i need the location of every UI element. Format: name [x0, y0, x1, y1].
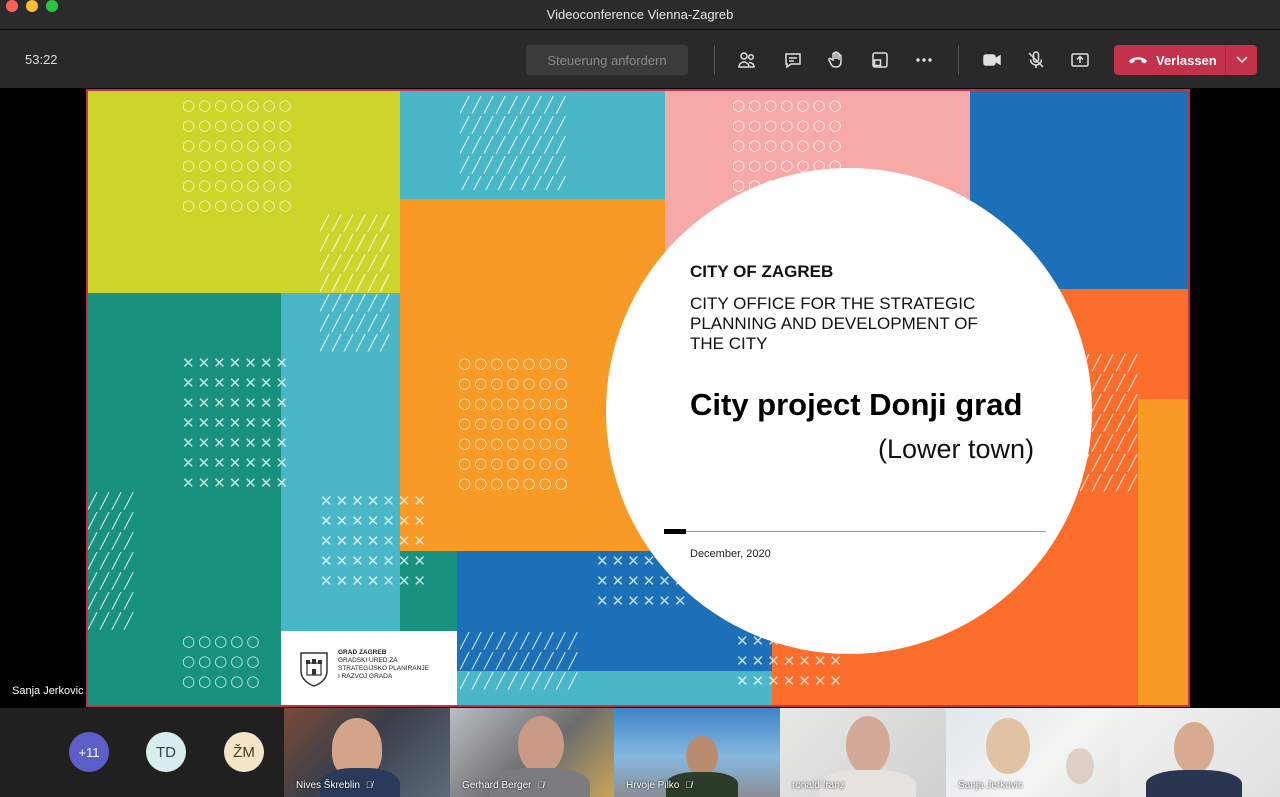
leave-button-group: Verlassen	[1114, 45, 1257, 75]
logo-line: STRATEGIJSKO PLANIRANJE	[338, 665, 429, 672]
mic-muted-icon: 🎙̸	[685, 780, 693, 790]
logo-line: GRAD ZAGREB	[338, 649, 387, 656]
participant-name: Hrvoje Pilko 🎙̸	[626, 780, 692, 791]
slash-pattern: ╱╱╱╱╱╱ ╱╱╱╱╱╱ ╱╱╱╱╱╱ ╱╱╱╱╱╱ ╱╱╱╱╱╱ ╱╱╱╱╱…	[320, 214, 393, 352]
participant-name-text: Hrvoje Pilko	[626, 780, 680, 791]
participant-name: Nives Škreblin 🎙̸	[296, 780, 373, 791]
participants-icon[interactable]	[734, 47, 760, 73]
leave-button[interactable]: Verlassen	[1114, 45, 1225, 75]
slash-pattern: ╱╱╱╱╱╱╱╱╱╱ ╱╱╱╱╱╱╱╱╱╱ ╱╱╱╱╱╱╱╱╱╱	[460, 632, 581, 690]
presenter-name-label: Sanja Jerkovic	[12, 685, 84, 697]
circle-pattern: ○○○○○ ○○○○○ ○○○○○	[182, 632, 263, 690]
hang-up-icon	[1128, 53, 1148, 68]
participant-video	[518, 716, 564, 774]
cross-pattern: ✕✕✕✕✕✕✕ ✕✕✕✕✕✕✕ ✕✕✕✕✕✕✕ ✕✕✕✕✕✕✕ ✕✕✕✕✕✕✕ …	[182, 354, 291, 492]
video-tile[interactable]: ronald franz	[780, 708, 946, 797]
chevron-down-icon	[1235, 51, 1248, 69]
video-tile[interactable]: Gerhard Berger 🎙̸	[450, 708, 614, 797]
leave-options-button[interactable]	[1225, 45, 1257, 75]
circle-pattern: ○○○○○○○ ○○○○○○○ ○○○○○○○ ○○○○○○○ ○○○○○○○ …	[182, 96, 295, 214]
slash-pattern: ╱╱╱╱╱ ╱╱╱╱╱ ╱╱╱╱╱ ╱╱╱╱╱ ╱╱╱╱╱ ╱╱╱╱╱ ╱╱╱╱…	[1080, 354, 1141, 492]
participant-video	[1146, 770, 1242, 797]
logo-line: I RAZVOJ GRADA	[338, 673, 393, 680]
circle-pattern: ○○○○○○○ ○○○○○○○ ○○○○○○○ ○○○○○○○ ○○○○○○○ …	[458, 354, 571, 492]
logo-line: GRADSKI URED ZA	[338, 657, 398, 664]
participant-name-text: Gerhard Berger	[462, 780, 532, 791]
cross-pattern: ✕✕✕✕✕✕✕ ✕✕✕✕✕✕✕ ✕✕✕✕✕✕✕ ✕✕✕✕✕✕✕ ✕✕✕✕✕✕✕	[320, 492, 429, 590]
participant-name-text: Nives Škreblin	[296, 780, 360, 791]
slide-date: December, 2020	[690, 548, 771, 560]
avatar[interactable]: ŽM	[224, 732, 264, 772]
participant-name: ronald franz	[792, 780, 845, 791]
participant-name: Sanja Jerkovic	[958, 780, 1024, 791]
rooms-icon[interactable]	[867, 47, 893, 73]
slash-pattern: ╱╱╱╱╱╱╱╱╱ ╱╱╱╱╱╱╱╱╱ ╱╱╱╱╱╱╱╱╱ ╱╱╱╱╱╱╱╱╱ …	[460, 96, 569, 190]
slide-divider	[664, 531, 1046, 532]
participant-video	[686, 736, 718, 776]
participant-video	[986, 718, 1030, 774]
video-tile[interactable]: Hrvoje Pilko 🎙̸	[614, 708, 780, 797]
presentation-slide: ○○○○○○○ ○○○○○○○ ○○○○○○○ ○○○○○○○ ○○○○○○○ …	[86, 89, 1190, 707]
window-title: Videoconference Vienna-Zagreb	[546, 7, 734, 22]
leave-label: Verlassen	[1156, 52, 1217, 68]
toolbar-divider	[958, 45, 959, 75]
more-icon[interactable]	[911, 47, 937, 73]
participant-name: Gerhard Berger 🎙̸	[462, 780, 544, 791]
share-icon[interactable]	[1067, 47, 1093, 73]
mic-muted-icon: 🎙̸	[537, 780, 545, 790]
video-tile[interactable]	[1120, 708, 1280, 797]
slash-pattern: ╱╱╱╱ ╱╱╱╱ ╱╱╱╱ ╱╱╱╱ ╱╱╱╱ ╱╱╱╱ ╱╱╱╱	[88, 492, 137, 630]
slide-subtitle: (Lower town)	[878, 434, 1035, 464]
window-titlebar: Videoconference Vienna-Zagreb	[0, 0, 1280, 30]
slide-project-title: City project Donji grad	[690, 387, 1023, 422]
toolbar-divider	[714, 45, 715, 75]
more-participants-button[interactable]: +11	[69, 732, 109, 772]
participant-strip: +11 TD ŽM Nives Škreblin 🎙̸ Gerhard Berge…	[0, 708, 1280, 797]
slide-office: CITY OFFICE FOR THE STRATEGIC PLANNING A…	[690, 294, 978, 353]
slide-title: CITY OF ZAGREB	[690, 262, 834, 281]
participant-video	[846, 716, 890, 774]
participant-video	[1174, 722, 1214, 774]
request-control-button[interactable]: Steuerung anfordern	[526, 45, 688, 75]
mic-muted-icon[interactable]	[1023, 47, 1049, 73]
city-logo-box: GRAD ZAGREB GRADSKI URED ZA STRATEGIJSKO…	[281, 631, 457, 705]
raise-hand-icon[interactable]	[823, 47, 849, 73]
video-tile[interactable]: Nives Škreblin 🎙̸	[284, 708, 450, 797]
video-tile[interactable]: Sanja Jerkovic	[946, 708, 1120, 797]
chat-icon[interactable]	[780, 47, 806, 73]
zagreb-coat-of-arms-icon	[300, 652, 328, 687]
meeting-timer: 53:22	[25, 52, 58, 67]
camera-icon[interactable]	[979, 47, 1005, 73]
mic-muted-icon: 🎙̸	[365, 780, 373, 790]
city-logo-text: GRAD ZAGREB GRADSKI URED ZA STRATEGIJSKO…	[338, 649, 429, 681]
meeting-toolbar: 53:22 Steuerung anfordern Verlassen	[0, 31, 1280, 88]
avatar[interactable]: TD	[146, 732, 186, 772]
shared-content-stage: ○○○○○○○ ○○○○○○○ ○○○○○○○ ○○○○○○○ ○○○○○○○ …	[0, 88, 1280, 708]
slide-divider-accent	[664, 529, 686, 534]
participant-video	[1066, 748, 1094, 784]
